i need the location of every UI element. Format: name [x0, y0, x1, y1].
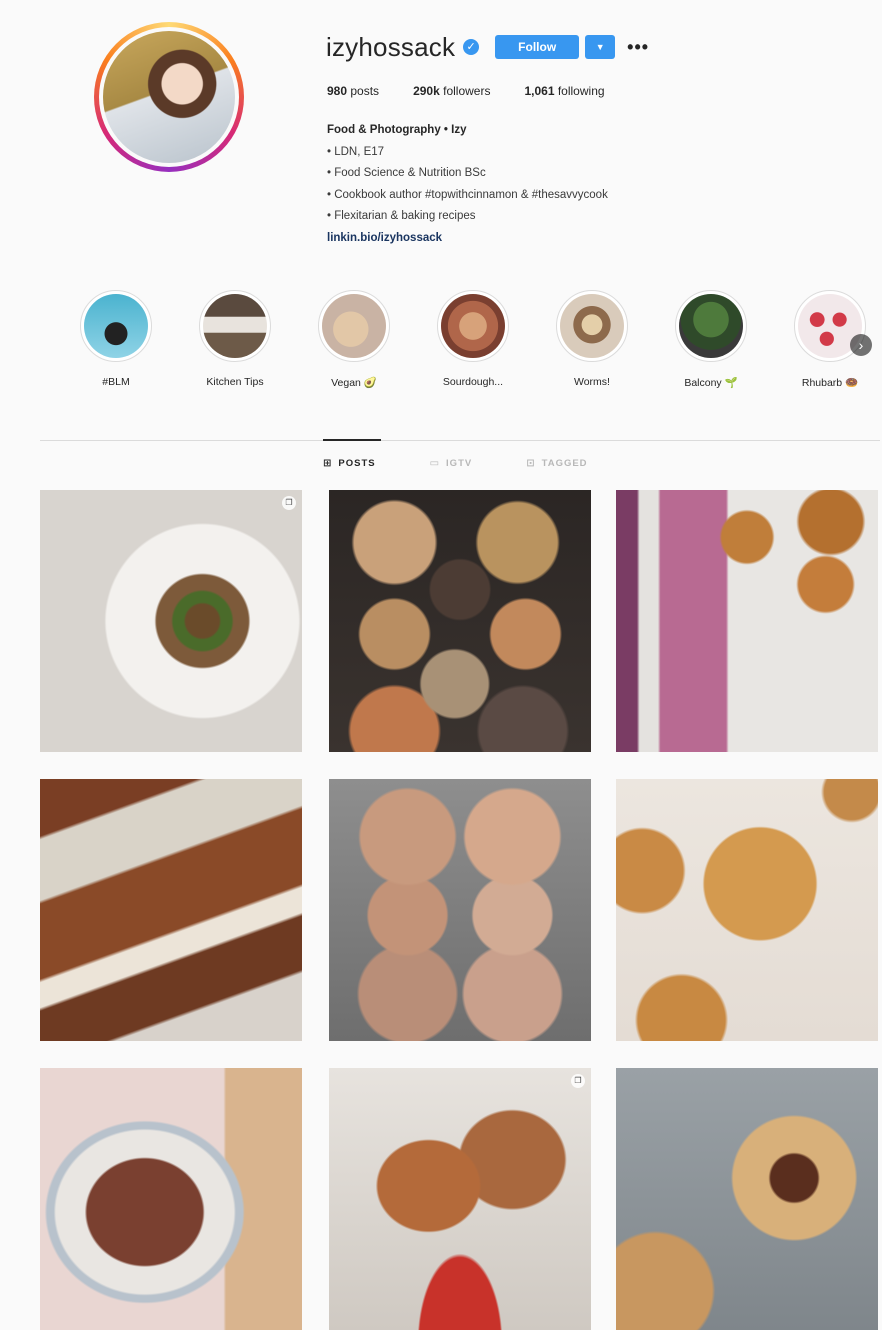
- highlight-balcony[interactable]: Balcony 🌱: [651, 290, 771, 389]
- post-cauliflower[interactable]: ❐: [40, 490, 302, 752]
- bio-line: • Cookbook author #topwithcinnamon & #th…: [327, 188, 608, 201]
- followers-stat[interactable]: 290k followers: [413, 84, 490, 98]
- profile-tabs: ⊞ POSTS ▭ IGTV ⊡ TAGGED: [323, 458, 642, 469]
- bio-link[interactable]: linkin.bio/izyhossack: [327, 228, 608, 250]
- more-options-icon[interactable]: •••: [627, 37, 649, 58]
- tagged-icon: ⊡: [526, 458, 536, 469]
- highlight-label: Balcony 🌱: [684, 377, 738, 389]
- multi-post-icon: ❐: [571, 1074, 585, 1088]
- post-cinnamon-buns[interactable]: [329, 779, 591, 1041]
- tab-tagged[interactable]: ⊡ TAGGED: [526, 458, 587, 469]
- following-count[interactable]: 1,061: [524, 84, 554, 98]
- post-aubergine[interactable]: ❐: [329, 1068, 591, 1330]
- bio: Food & Photography • Izy • LDN, E17 • Fo…: [327, 120, 608, 249]
- profile-stats: 980 posts 290k followers 1,061 following: [327, 84, 639, 98]
- highlight-kitchen-tips[interactable]: Kitchen Tips: [175, 290, 295, 388]
- post-pies[interactable]: [616, 779, 878, 1041]
- divider: [40, 440, 880, 441]
- following-stat[interactable]: 1,061 following: [524, 84, 604, 98]
- tab-label: TAGGED: [541, 458, 588, 469]
- posts-label: posts: [350, 84, 380, 98]
- username-row: izyhossack ✓ Follow ▼ •••: [326, 32, 649, 62]
- highlight-worms[interactable]: Worms!: [532, 290, 652, 388]
- multi-post-icon: ❐: [282, 496, 296, 510]
- posts-stat: 980 posts: [327, 84, 379, 98]
- story-highlights: #BLM Kitchen Tips Vegan 🥑 Sourdough... W…: [0, 290, 882, 400]
- post-marble-loaf[interactable]: [40, 779, 302, 1041]
- highlight-label: Sourdough...: [442, 376, 504, 388]
- highlight-blm[interactable]: #BLM: [56, 290, 176, 388]
- profile-header: izyhossack ✓ Follow ▼ ••• 980 posts 290k…: [0, 0, 882, 260]
- highlight-label: Vegan 🥑: [331, 377, 377, 389]
- followers-count[interactable]: 290k: [413, 84, 440, 98]
- post-ice-cream-sandwiches[interactable]: [616, 490, 878, 752]
- bio-line: • LDN, E17: [327, 145, 385, 158]
- profile-avatar-ring[interactable]: [94, 22, 244, 172]
- highlight-cover: [679, 294, 743, 358]
- highlight-cover: [560, 294, 624, 358]
- followers-label[interactable]: followers: [443, 84, 490, 98]
- bio-name: Food & Photography • Izy: [327, 124, 467, 136]
- tab-posts[interactable]: ⊞ POSTS: [323, 458, 376, 469]
- tab-label: IGTV: [446, 458, 473, 469]
- highlight-label: Rhubarb 🍩: [801, 377, 859, 389]
- grid-icon: ⊞: [323, 458, 333, 469]
- post-babka[interactable]: [40, 1068, 302, 1330]
- igtv-icon: ▭: [429, 458, 441, 469]
- suggestions-dropdown-button[interactable]: ▼: [585, 35, 616, 59]
- highlight-label: Worms!: [574, 376, 610, 388]
- verified-badge-icon: ✓: [463, 39, 480, 55]
- avatar[interactable]: [103, 31, 235, 163]
- post-cookies[interactable]: [616, 1068, 878, 1330]
- highlight-sourdough[interactable]: Sourdough...: [413, 290, 533, 388]
- highlight-cover: [84, 294, 148, 358]
- follow-button[interactable]: Follow: [495, 35, 580, 59]
- following-label[interactable]: following: [558, 84, 605, 98]
- highlight-vegan[interactable]: Vegan 🥑: [294, 290, 414, 389]
- username: izyhossack: [326, 31, 456, 62]
- bio-line: • Food Science & Nutrition BSc: [327, 167, 486, 179]
- posts-count: 980: [327, 84, 348, 98]
- highlight-cover: [203, 294, 267, 358]
- highlight-cover: [322, 294, 386, 358]
- post-bagels[interactable]: [329, 490, 591, 752]
- tab-igtv[interactable]: ▭ IGTV: [430, 458, 473, 469]
- bio-line: • Flexitarian & baking recipes: [327, 210, 476, 222]
- active-tab-indicator: [323, 439, 381, 441]
- highlight-label: #BLM: [102, 376, 130, 388]
- highlight-label: Kitchen Tips: [206, 376, 264, 388]
- tab-label: POSTS: [338, 458, 376, 469]
- chevron-right-icon[interactable]: ›: [850, 334, 872, 356]
- highlight-cover: [441, 294, 505, 358]
